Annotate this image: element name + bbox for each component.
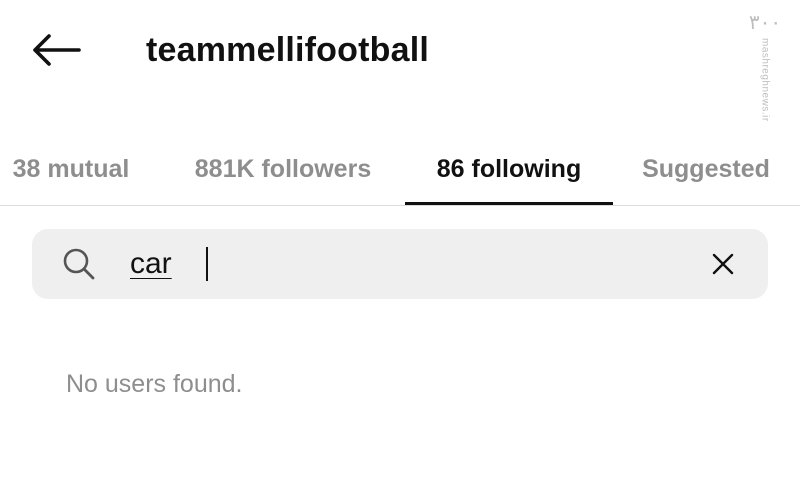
search-bar[interactable] xyxy=(32,229,768,299)
tab-mutual[interactable]: 38 mutual xyxy=(0,134,156,204)
watermark-url: mashreghnews.ir xyxy=(759,38,771,122)
empty-state-message: No users found. xyxy=(66,370,243,398)
tabs-divider xyxy=(0,205,800,206)
watermark-logo: ٣٠٠ xyxy=(748,10,782,34)
text-caret xyxy=(206,247,208,281)
page-title: teammellifootball xyxy=(146,31,430,69)
close-icon xyxy=(712,253,734,275)
search-input[interactable] xyxy=(130,243,690,285)
following-screen: teammellifootball ٣٠٠ mashreghnews.ir 38… xyxy=(0,0,800,479)
tab-followers[interactable]: 881K followers xyxy=(172,134,394,204)
back-button[interactable] xyxy=(28,28,84,72)
tab-bar: 38 mutual 881K followers 86 following Su… xyxy=(0,134,800,206)
clear-search-button[interactable] xyxy=(708,249,738,279)
search-icon xyxy=(63,248,95,280)
tab-following[interactable]: 86 following xyxy=(405,134,613,204)
watermark: ٣٠٠ mashreghnews.ir xyxy=(744,10,786,130)
tab-suggested[interactable]: Suggested xyxy=(620,134,792,204)
arrow-left-icon xyxy=(33,34,81,66)
